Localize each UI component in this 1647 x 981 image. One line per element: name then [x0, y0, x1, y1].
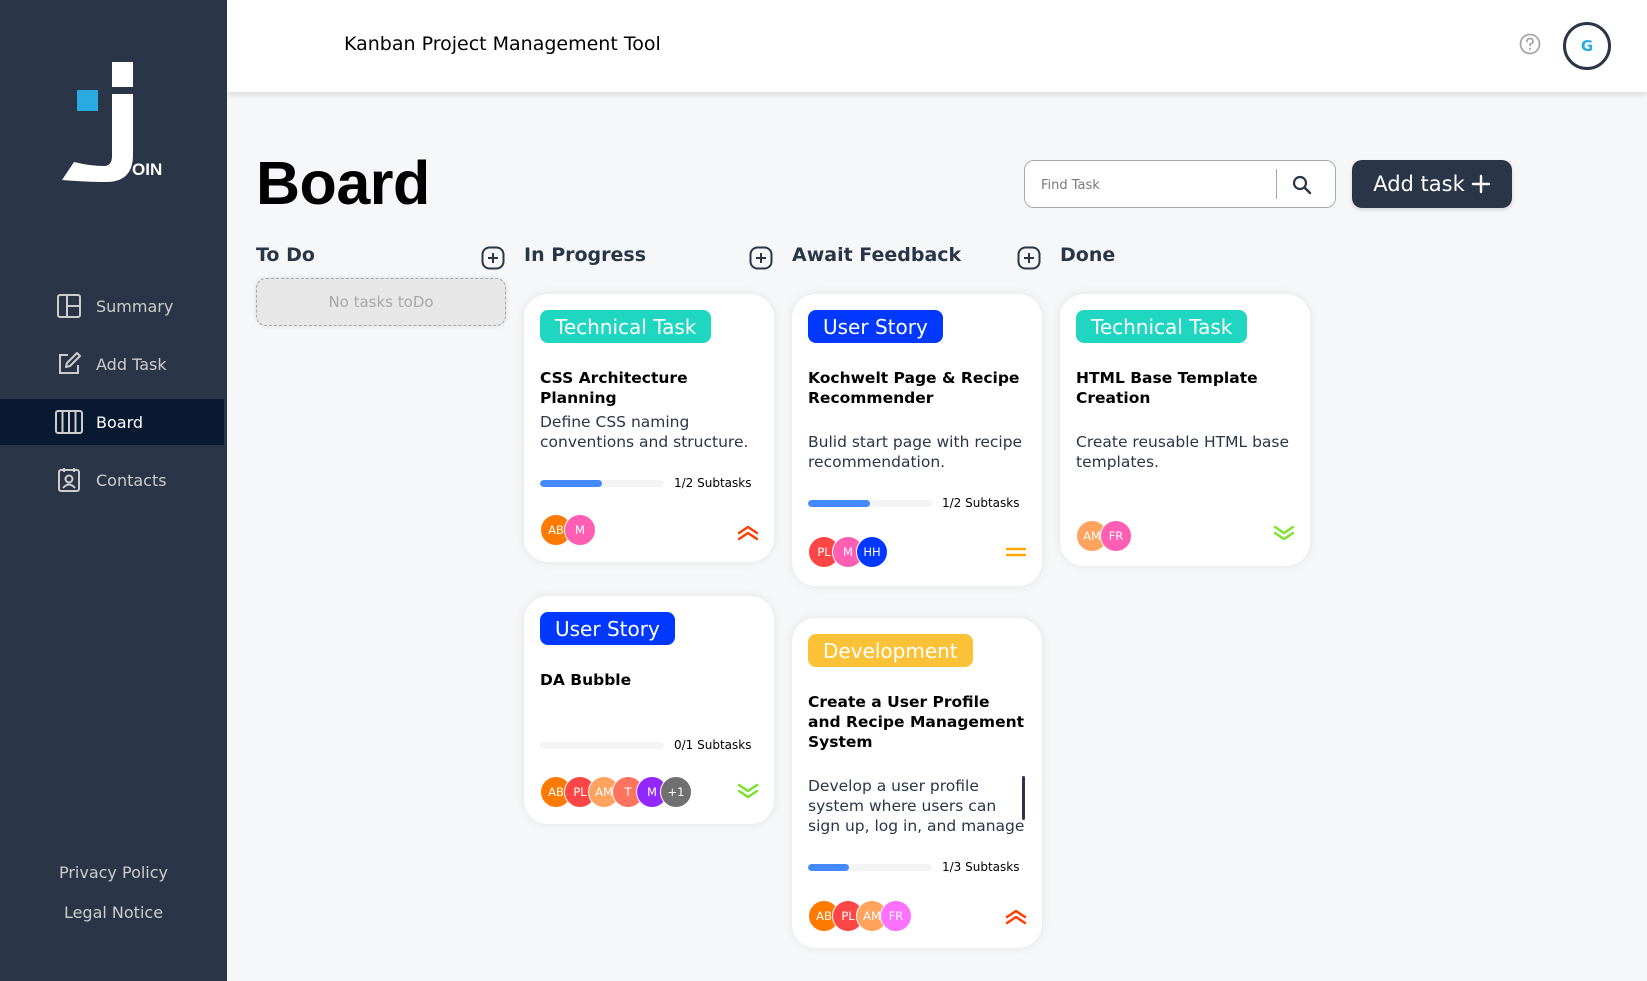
- task-card-css-architecture[interactable]: Technical Task CSS Architecture Planning…: [524, 294, 774, 562]
- sidebar-item-contacts[interactable]: Contacts: [0, 457, 224, 503]
- search-icon[interactable]: [1287, 170, 1317, 200]
- add-todo-plus-icon[interactable]: [481, 246, 505, 270]
- subtask-progress-bar: [808, 500, 932, 507]
- task-description: Bulid start page with recipe recommendat…: [808, 433, 1023, 471]
- legal-notice-link[interactable]: Legal Notice: [0, 903, 227, 922]
- sidebar-item-label: Add Task: [96, 354, 167, 374]
- privacy-policy-link[interactable]: Privacy Policy: [0, 863, 227, 882]
- task-card-da-bubble[interactable]: User Story DA Bubble 0/1 Subtasks AB PL AM…: [524, 596, 774, 824]
- priority-urgent-icon: [736, 522, 760, 542]
- priority-urgent-icon: [1004, 906, 1028, 926]
- priority-medium-icon: [1004, 542, 1028, 562]
- search-input[interactable]: [1041, 173, 1271, 197]
- subtask-progress-fill: [808, 864, 850, 871]
- sidebar-item-add-task[interactable]: Add Task: [0, 341, 224, 387]
- priority-low-icon: [736, 782, 760, 802]
- subtask-progress-bar: [540, 742, 664, 749]
- logo-text: OIN: [132, 160, 163, 179]
- app-title: Kanban Project Management Tool: [344, 33, 661, 55]
- search-divider: [1276, 169, 1277, 199]
- board-icon: [55, 408, 83, 436]
- subtask-count: 1/2 Subtasks: [674, 476, 752, 490]
- join-logo[interactable]: OIN: [60, 60, 170, 190]
- priority-low-icon: [1272, 524, 1296, 544]
- assignee-list: AB PL AM FR: [808, 900, 912, 932]
- assignee-avatar: FR: [880, 900, 912, 932]
- column-title-await-feedback: Await Feedback: [792, 244, 962, 266]
- description-scrollbar[interactable]: [1022, 776, 1025, 820]
- task-card-kochwelt[interactable]: User Story Kochwelt Page & Recipe Recomm…: [792, 294, 1042, 586]
- sidebar-item-board[interactable]: Board: [0, 399, 224, 445]
- sidebar-item-label: Board: [96, 412, 144, 432]
- subtask-count: 1/3 Subtasks: [942, 860, 1020, 874]
- column-title-todo: To Do: [256, 244, 315, 266]
- empty-todo-placeholder: No tasks toDo: [256, 278, 506, 326]
- assignee-list: AB PL AM T M +1: [540, 776, 692, 808]
- assignee-avatar: M: [564, 514, 596, 546]
- column-title-in-progress: In Progress: [524, 244, 647, 266]
- task-title: CSS Architecture Planning: [540, 369, 688, 407]
- sidebar: OIN Summary Add Task Board Contacts Priv…: [0, 0, 227, 981]
- task-title: DA Bubble: [540, 671, 632, 689]
- help-icon[interactable]: [1519, 33, 1541, 55]
- assignee-list: AM FR: [1076, 520, 1132, 552]
- assignee-avatar: +1: [660, 776, 692, 808]
- assignee-avatar: HH: [856, 536, 888, 568]
- sidebar-item-label: Summary: [96, 296, 174, 316]
- summary-icon: [55, 292, 83, 320]
- assignee-list: PL M HH: [808, 536, 888, 568]
- category-tag: User Story: [540, 612, 675, 645]
- subtask-progress-bar: [540, 480, 664, 487]
- task-title: HTML Base Template Creation: [1076, 369, 1258, 407]
- category-tag: Technical Task: [540, 310, 712, 343]
- task-description: Define CSS naming conventions and struct…: [540, 413, 749, 451]
- page-title: Board: [256, 149, 430, 217]
- add-task-button[interactable]: Add task: [1352, 160, 1512, 208]
- sidebar-item-label: Contacts: [96, 470, 167, 490]
- category-tag: Technical Task: [1076, 310, 1248, 343]
- subtask-count: 1/2 Subtasks: [942, 496, 1020, 510]
- contacts-icon: [55, 466, 83, 494]
- category-tag: Development: [808, 634, 973, 667]
- add-task-button-label: Add task: [1373, 172, 1465, 196]
- add-in-progress-plus-icon[interactable]: [749, 246, 773, 270]
- add-await-feedback-plus-icon[interactable]: [1017, 246, 1041, 270]
- task-description: Develop a user profile system where user…: [808, 777, 1025, 835]
- subtask-progress-fill: [540, 480, 602, 487]
- user-avatar[interactable]: G: [1563, 22, 1611, 70]
- subtask-count: 0/1 Subtasks: [674, 738, 752, 752]
- task-card-user-profile[interactable]: Development Create a User Profile and Re…: [792, 618, 1042, 948]
- add-task-icon: [55, 350, 83, 378]
- category-tag: User Story: [808, 310, 943, 343]
- top-header: Kanban Project Management Tool G: [227, 0, 1647, 92]
- column-title-done: Done: [1060, 244, 1116, 266]
- sidebar-item-summary[interactable]: Summary: [0, 283, 224, 329]
- assignee-list: AB M: [540, 514, 596, 546]
- task-title: Create a User Profile and Recipe Managem…: [808, 693, 1025, 751]
- assignee-avatar: FR: [1100, 520, 1132, 552]
- plus-icon: [1471, 174, 1490, 194]
- task-title: Kochwelt Page & Recipe Recommender: [808, 369, 1020, 407]
- subtask-progress-bar: [808, 864, 932, 871]
- subtask-progress-fill: [808, 500, 870, 507]
- task-description: Create reusable HTML base templates.: [1076, 433, 1290, 471]
- search-box: [1024, 160, 1336, 208]
- task-card-html-template[interactable]: Technical Task HTML Base Template Creati…: [1060, 294, 1310, 566]
